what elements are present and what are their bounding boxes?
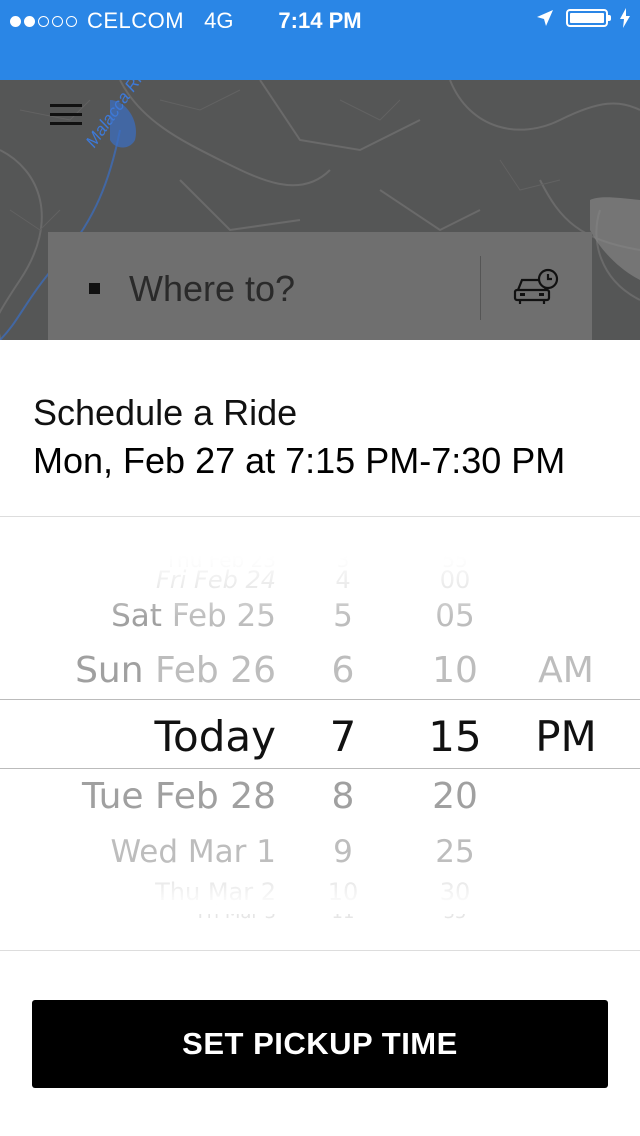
picker-minute-option[interactable]: 00 (400, 566, 510, 594)
hamburger-menu-icon (50, 104, 82, 107)
picker-ampm-option[interactable]: AM (520, 650, 612, 691)
picker-selection-bottom-line (0, 768, 640, 769)
picker-day-selected[interactable]: Today (155, 712, 276, 761)
picker-day-option[interactable]: Sun Feb 26 (75, 650, 276, 691)
picker-hour-option[interactable]: 5 (300, 598, 386, 634)
picker-hour-option[interactable]: 9 (300, 834, 386, 870)
picker-ampm-selected[interactable]: PM (520, 712, 612, 761)
divider (0, 950, 640, 951)
picker-minute-option[interactable]: 05 (400, 598, 510, 634)
map-view[interactable]: Malacca River Where to? (0, 80, 640, 340)
where-to-input[interactable]: Where to? (129, 268, 295, 310)
schedule-sheet: Schedule a Ride Mon, Feb 27 at 7:15 PM-7… (0, 340, 640, 1136)
charging-icon (620, 8, 630, 28)
search-divider (480, 256, 481, 320)
destination-square-icon (89, 283, 100, 294)
status-right (536, 8, 630, 28)
battery-icon (566, 9, 611, 27)
picker-minute-selected[interactable]: 15 (400, 712, 510, 761)
picker-day-option[interactable]: Fri Feb 24 (156, 566, 276, 594)
set-pickup-time-button[interactable]: SET PICKUP TIME (32, 1000, 608, 1088)
picker-hour-selected[interactable]: 7 (300, 712, 386, 761)
picker-selection-top-line (0, 699, 640, 700)
schedule-selected-range: Mon, Feb 27 at 7:15 PM-7:30 PM (33, 440, 566, 481)
picker-day-option[interactable]: Wed Mar 1 (110, 834, 276, 870)
search-bar[interactable]: Where to? (48, 232, 592, 340)
picker-day-option[interactable]: Fri Mar 3 (198, 902, 276, 923)
schedule-title: Schedule a Ride (33, 392, 298, 433)
picker-minute-option[interactable]: 35 (400, 902, 510, 923)
car-clock-icon[interactable] (512, 266, 560, 310)
divider (0, 516, 640, 517)
picker-hour-option[interactable]: 6 (300, 650, 386, 691)
picker-hour-option[interactable]: 8 (300, 776, 386, 817)
location-arrow-icon (537, 10, 553, 26)
picker-minute-option[interactable]: 25 (400, 834, 510, 870)
picker-minute-option[interactable]: 20 (400, 776, 510, 817)
picker-day-option[interactable]: Sat Feb 25 (111, 598, 276, 634)
picker-minute-option[interactable]: 10 (400, 650, 510, 691)
picker-day-option[interactable]: Tue Feb 28 (82, 776, 276, 817)
picker-hour-option[interactable]: 4 (300, 566, 386, 594)
status-bar: CELCOM 4G 7:14 PM (0, 0, 640, 80)
picker-hour-option[interactable]: 11 (300, 902, 386, 923)
menu-button[interactable] (50, 104, 82, 128)
